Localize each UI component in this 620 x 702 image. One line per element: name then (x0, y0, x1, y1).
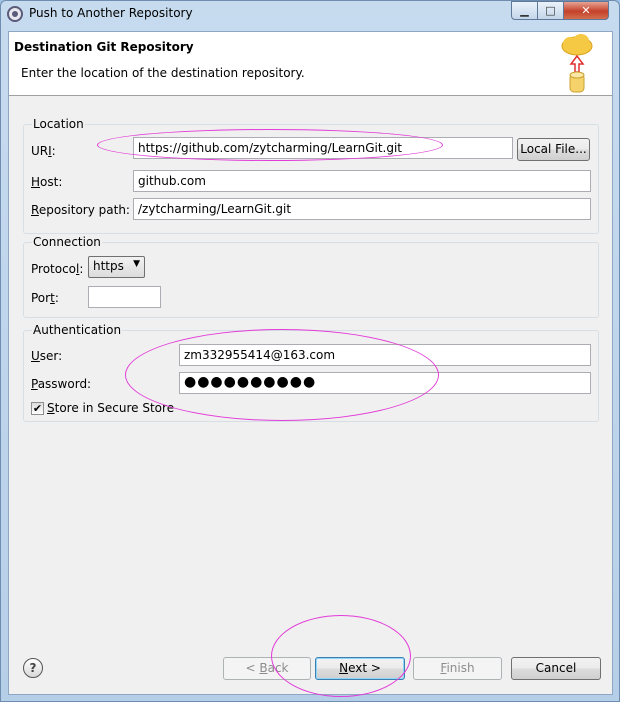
cancel-button[interactable]: Cancel (511, 657, 601, 680)
local-file-button[interactable]: Local File... (517, 138, 590, 161)
password-label: Password: (31, 377, 92, 391)
store-secure-checkbox[interactable]: ✔ (31, 402, 44, 415)
port-label: Port: (31, 291, 59, 305)
user-label: User: (31, 349, 63, 363)
dialog-content: Destination Git Repository Enter the loc… (8, 31, 613, 695)
authentication-group-title: Authentication (32, 323, 123, 337)
minimize-button[interactable]: ▁ (511, 1, 538, 20)
uri-input[interactable]: https://github.com/zytcharming/LearnGit.… (133, 137, 513, 159)
eclipse-icon (7, 6, 23, 22)
maximize-button[interactable]: □ (537, 1, 564, 20)
uri-label: URI: (31, 144, 56, 158)
store-secure-label: Store in Secure Store (47, 401, 175, 415)
repository-path-label: Repository path: (31, 203, 130, 217)
protocol-select[interactable]: https ▼ (88, 256, 145, 278)
window-title: Push to Another Repository (29, 6, 193, 20)
protocol-value: https (93, 259, 124, 273)
maximize-icon: □ (545, 4, 556, 17)
close-button[interactable]: ✕ (563, 1, 609, 20)
cloud-upload-icon (561, 34, 593, 93)
minimize-icon: ▁ (520, 4, 529, 17)
protocol-label: Protocol: (31, 262, 84, 276)
port-input[interactable] (88, 286, 161, 308)
finish-button[interactable]: Finish (413, 657, 502, 680)
host-label: Host: (31, 175, 63, 189)
chevron-down-icon: ▼ (133, 259, 140, 269)
user-input[interactable]: zm332955414@163.com (179, 344, 591, 366)
password-input[interactable]: ●●●●●●●●●● (179, 372, 591, 394)
repository-path-input[interactable]: /zytcharming/LearnGit.git (133, 198, 591, 220)
back-button[interactable]: < Back (223, 657, 311, 680)
host-input[interactable]: github.com (133, 170, 591, 192)
dialog-window: Push to Another Repository ▁ □ ✕ Destina… (0, 0, 620, 702)
help-icon[interactable]: ? (23, 658, 43, 678)
checkmark-icon: ✔ (32, 402, 43, 415)
banner-message: Enter the location of the destination re… (21, 66, 305, 80)
close-icon: ✕ (581, 4, 591, 17)
wizard-banner: Destination Git Repository Enter the loc… (9, 32, 612, 96)
title-bar[interactable]: Push to Another Repository ▁ □ ✕ (1, 1, 619, 28)
next-button[interactable]: Next > (315, 657, 405, 680)
banner-title: Destination Git Repository (14, 40, 194, 54)
location-group-title: Location (32, 117, 85, 131)
connection-group-title: Connection (32, 235, 102, 249)
